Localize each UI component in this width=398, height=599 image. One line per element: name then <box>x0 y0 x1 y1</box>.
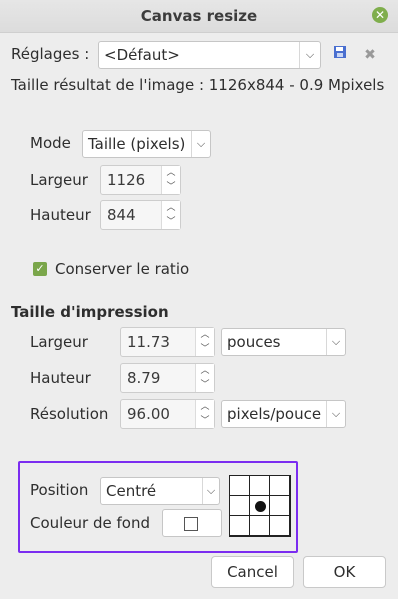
width-spinbox[interactable]: 1126 ︿ ﹀ <box>100 165 181 195</box>
resolution-spinbox[interactable]: 96.00 ︿ ﹀ <box>120 399 215 429</box>
result-size-info: Taille résultat de l'image : 1126x844 - … <box>11 76 385 94</box>
chevron-down-icon: ⌵ <box>202 478 219 504</box>
cancel-button[interactable]: Cancel <box>211 556 294 588</box>
position-label: Position <box>30 481 89 499</box>
presets-label: Réglages : <box>11 45 90 63</box>
decrement-icon[interactable]: ﹀ <box>196 378 214 392</box>
anchor-cell-top-right[interactable] <box>269 475 290 496</box>
color-swatch <box>184 517 198 531</box>
chevron-down-icon: ⌵ <box>326 401 345 427</box>
anchor-cell-top-center[interactable] <box>249 475 270 496</box>
height-spinbox[interactable]: 844 ︿ ﹀ <box>100 200 181 230</box>
presets-dropdown[interactable]: <Défaut> ⌵ <box>98 41 321 69</box>
anchor-grid[interactable] <box>229 475 291 537</box>
height-value: 844 <box>107 206 136 224</box>
presets-value: <Défaut> <box>104 46 180 64</box>
resolution-value: 96.00 <box>127 405 170 423</box>
decrement-icon[interactable]: ﹀ <box>196 414 214 428</box>
decrement-icon[interactable]: ﹀ <box>162 215 180 229</box>
print-height-label: Hauteur <box>30 369 91 387</box>
ok-button[interactable]: OK <box>303 556 386 588</box>
resolution-unit-dropdown[interactable]: pixels/pouce ⌵ <box>221 400 346 428</box>
resolution-unit: pixels/pouce <box>227 405 322 423</box>
print-width-unit: pouces <box>227 333 281 351</box>
resolution-label: Résolution <box>30 405 109 423</box>
delete-icon[interactable]: ✖ <box>360 45 380 65</box>
anchor-cell-top-left[interactable] <box>229 475 250 496</box>
keep-ratio-label: Conserver le ratio <box>55 260 190 278</box>
bg-color-button[interactable] <box>162 509 222 537</box>
print-width-spinbox[interactable]: 11.73 ︿ ﹀ <box>120 327 215 357</box>
anchor-cell-middle-left[interactable] <box>229 495 250 516</box>
keep-ratio-checkbox[interactable]: ✓ <box>33 262 47 276</box>
mode-label: Mode <box>30 134 71 152</box>
print-height-spinbox[interactable]: 8.79 ︿ ﹀ <box>120 363 215 393</box>
selected-anchor-dot-icon <box>255 501 266 512</box>
print-height-value: 8.79 <box>127 369 161 387</box>
print-width-unit-dropdown[interactable]: pouces ⌵ <box>221 328 346 356</box>
anchor-cell-bottom-left[interactable] <box>229 515 250 536</box>
mode-dropdown[interactable]: Taille (pixels) ⌵ <box>82 130 211 158</box>
decrement-icon[interactable]: ﹀ <box>196 342 214 356</box>
width-label: Largeur <box>30 171 88 189</box>
bg-color-label: Couleur de fond <box>30 514 150 532</box>
mode-value: Taille (pixels) <box>88 135 186 153</box>
height-label: Hauteur <box>30 206 91 224</box>
width-value: 1126 <box>107 171 146 189</box>
increment-icon[interactable]: ︿ <box>196 400 214 414</box>
increment-icon[interactable]: ︿ <box>196 364 214 378</box>
position-dropdown[interactable]: Centré ⌵ <box>100 477 220 505</box>
increment-icon[interactable]: ︿ <box>162 166 180 180</box>
save-icon[interactable] <box>330 45 350 65</box>
decrement-icon[interactable]: ﹀ <box>162 180 180 194</box>
chevron-down-icon: ⌵ <box>191 131 210 157</box>
increment-icon[interactable]: ︿ <box>196 328 214 342</box>
anchor-cell-center[interactable] <box>249 495 270 516</box>
position-value: Centré <box>106 482 157 500</box>
close-icon[interactable]: ✕ <box>372 7 388 23</box>
chevron-down-icon: ⌵ <box>299 42 320 68</box>
print-width-label: Largeur <box>30 333 88 351</box>
increment-icon[interactable]: ︿ <box>162 201 180 215</box>
window-title: Canvas resize <box>140 7 258 25</box>
print-width-value: 11.73 <box>127 333 170 351</box>
chevron-down-icon: ⌵ <box>326 329 345 355</box>
anchor-cell-middle-right[interactable] <box>269 495 290 516</box>
anchor-cell-bottom-right[interactable] <box>269 515 290 536</box>
anchor-cell-bottom-center[interactable] <box>249 515 270 536</box>
print-size-title: Taille d'impression <box>11 303 169 321</box>
